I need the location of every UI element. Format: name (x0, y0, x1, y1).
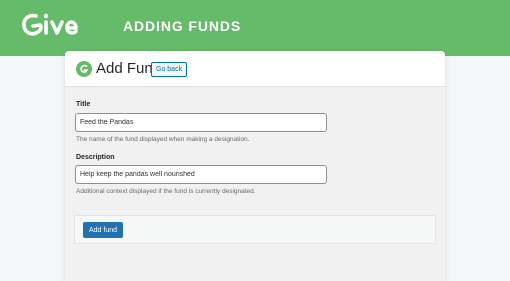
give-logo-icon (22, 13, 78, 36)
panel-header: Add Fund Go back (65, 51, 445, 87)
go-back-button[interactable]: Go back (151, 62, 188, 77)
title-label: Title (76, 101, 91, 108)
description-help-text: Additional context displayed if the fund… (76, 188, 256, 195)
title-input[interactable] (75, 113, 327, 132)
title-description: The name of the fund displayed when maki… (76, 136, 250, 143)
give-mark-icon (76, 61, 92, 77)
submit-box: Add fund (74, 215, 436, 244)
description-label: Description (76, 154, 115, 161)
description-input[interactable] (75, 165, 327, 184)
banner-title: ADDING FUNDS (123, 18, 242, 34)
top-banner: ADDING FUNDS (0, 0, 510, 56)
add-fund-panel: Add Fund Go back Title The name of the f… (65, 51, 445, 281)
add-fund-button[interactable]: Add fund (83, 222, 124, 238)
